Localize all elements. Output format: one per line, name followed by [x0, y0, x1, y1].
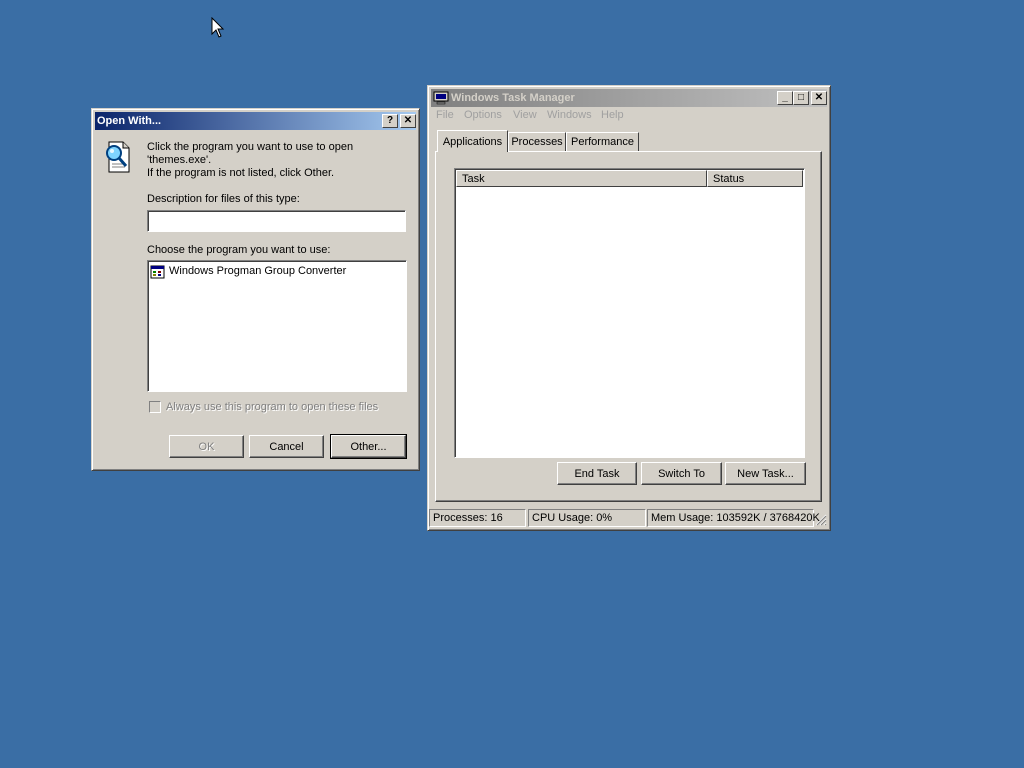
column-header-task[interactable]: Task	[456, 170, 707, 187]
list-item[interactable]: Windows Progman Group Converter	[150, 263, 346, 279]
column-header-status[interactable]: Status	[707, 170, 803, 187]
status-cpu-usage: CPU Usage: 0%	[528, 509, 646, 527]
ok-button[interactable]: OK	[169, 435, 244, 458]
switch-to-button[interactable]: Switch To	[641, 462, 722, 485]
open-with-title: Open With...	[97, 115, 162, 127]
menu-view[interactable]: View	[513, 109, 537, 121]
program-list[interactable]: Windows Progman Group Converter	[147, 260, 407, 392]
mouse-pointer-icon	[211, 17, 225, 38]
help-button[interactable]: ?	[382, 114, 398, 128]
tab-processes[interactable]: Processes	[508, 132, 566, 151]
close-button[interactable]: ✕	[811, 91, 827, 105]
other-button[interactable]: Other...	[330, 434, 407, 459]
program-icon	[150, 265, 165, 279]
end-task-button[interactable]: End Task	[557, 462, 637, 485]
always-use-label: Always use this program to open these fi…	[166, 401, 379, 413]
open-with-dialog: Open With... ? ✕ Click the program you w…	[91, 108, 420, 471]
program-label: Windows Progman Group Converter	[169, 265, 347, 277]
task-manager-icon	[433, 91, 449, 105]
status-mem-usage: Mem Usage: 103592K / 3768420K	[647, 509, 820, 527]
task-manager-titlebar[interactable]: Windows Task Manager _ □ ✕	[431, 89, 827, 107]
task-list[interactable]: Task Status	[454, 168, 805, 458]
cancel-button[interactable]: Cancel	[249, 435, 324, 458]
search-document-icon	[106, 141, 130, 173]
description-label: Description for files of this type:	[147, 193, 300, 205]
menu-windows[interactable]: Windows	[547, 109, 592, 121]
menu-help[interactable]: Help	[601, 109, 624, 121]
instruction-line-2: 'themes.exe'.	[147, 154, 212, 166]
always-use-checkbox[interactable]	[149, 401, 161, 413]
menu-options[interactable]: Options	[464, 109, 502, 121]
status-processes: Processes: 16	[429, 509, 526, 527]
choose-program-label: Choose the program you want to use:	[147, 244, 331, 256]
close-button[interactable]: ✕	[400, 114, 416, 128]
minimize-button[interactable]: _	[777, 91, 793, 105]
new-task-button[interactable]: New Task...	[725, 462, 806, 485]
open-with-titlebar[interactable]: Open With... ? ✕	[95, 112, 416, 130]
tab-performance[interactable]: Performance	[566, 132, 639, 151]
tab-applications[interactable]: Applications	[437, 130, 508, 152]
maximize-button[interactable]: □	[793, 91, 809, 105]
task-manager-title: Windows Task Manager	[451, 92, 575, 104]
applications-panel: Task Status End Task Switch To New Task.…	[435, 151, 822, 502]
menu-file[interactable]: File	[436, 109, 454, 121]
description-input[interactable]	[147, 210, 406, 232]
instruction-line-3: If the program is not listed, click Othe…	[147, 167, 335, 179]
resize-grip-icon[interactable]	[815, 514, 827, 526]
instruction-line-1: Click the program you want to use to ope…	[147, 141, 354, 153]
